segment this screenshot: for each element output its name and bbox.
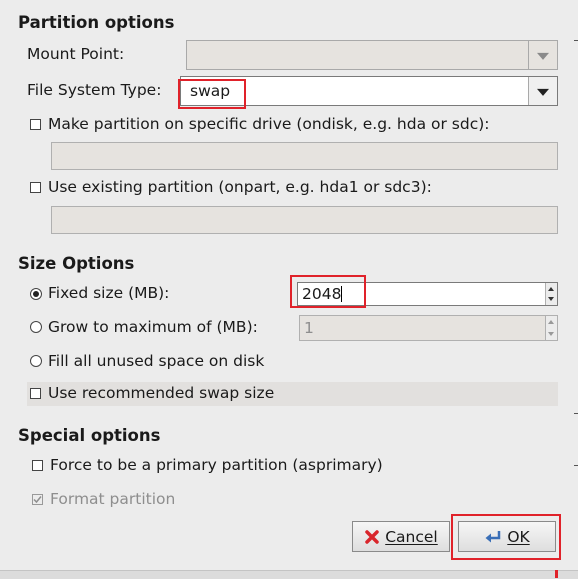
- mount-point-dropdown-button[interactable]: [528, 41, 557, 69]
- fixed-size-radio[interactable]: [30, 288, 42, 300]
- grow-spin-buttons[interactable]: [545, 316, 557, 340]
- ondisk-checkbox[interactable]: [30, 119, 41, 130]
- cancel-label: Cancel: [385, 527, 438, 546]
- size-options-title: Size Options: [18, 254, 135, 273]
- onpart-checkbox[interactable]: [30, 182, 41, 193]
- spin-up-icon[interactable]: [548, 320, 554, 324]
- frame-tick: [574, 413, 578, 414]
- ondisk-label[interactable]: Make partition on specific drive (ondisk…: [48, 115, 490, 133]
- fixed-size-spin-buttons[interactable]: [545, 283, 557, 305]
- fill-disk-label[interactable]: Fill all unused space on disk: [48, 352, 264, 370]
- fill-disk-radio[interactable]: [30, 355, 42, 367]
- onpart-label[interactable]: Use existing partition (onpart, e.g. hda…: [48, 178, 432, 196]
- fs-type-label: File System Type:: [27, 81, 162, 99]
- grow-input[interactable]: [299, 315, 558, 341]
- recommended-swap-checkbox[interactable]: [30, 388, 41, 399]
- checkmark-icon: [33, 496, 42, 504]
- onpart-input[interactable]: [51, 206, 558, 234]
- fixed-size-value: 2048: [302, 285, 343, 303]
- chevron-down-icon: [537, 88, 549, 96]
- spin-up-icon[interactable]: [548, 287, 554, 291]
- special-options-title: Special options: [18, 426, 161, 445]
- highlight-edge: [555, 570, 558, 578]
- grow-label[interactable]: Grow to maximum of (MB):: [48, 318, 258, 336]
- cancel-icon: [365, 529, 379, 544]
- spin-down-icon[interactable]: [548, 297, 554, 301]
- primary-partition-checkbox[interactable]: [32, 460, 43, 471]
- recommended-swap-label[interactable]: Use recommended swap size: [48, 384, 274, 402]
- ok-button-highlight: [451, 514, 561, 560]
- format-partition-checkbox[interactable]: [32, 494, 43, 505]
- radio-selected-dot: [33, 291, 39, 297]
- fixed-size-label[interactable]: Fixed size (MB):: [48, 284, 169, 302]
- fs-type-dropdown-button[interactable]: [528, 77, 557, 105]
- grow-value: 1: [304, 319, 314, 337]
- spin-down-icon[interactable]: [548, 332, 554, 336]
- mount-point-label: Mount Point:: [27, 45, 125, 63]
- mount-point-combo[interactable]: [186, 40, 558, 70]
- ondisk-input[interactable]: [51, 142, 558, 170]
- text-cursor: [341, 286, 343, 302]
- fs-type-value: swap: [190, 82, 231, 100]
- chevron-down-icon: [537, 52, 549, 60]
- grow-radio[interactable]: [30, 321, 42, 333]
- frame-tick: [574, 465, 578, 466]
- partition-options-title: Partition options: [18, 13, 175, 32]
- frame-tick: [574, 40, 578, 41]
- format-partition-label: Format partition: [50, 490, 176, 508]
- primary-partition-label[interactable]: Force to be a primary partition (asprima…: [50, 456, 383, 474]
- cancel-button[interactable]: Cancel: [352, 521, 450, 552]
